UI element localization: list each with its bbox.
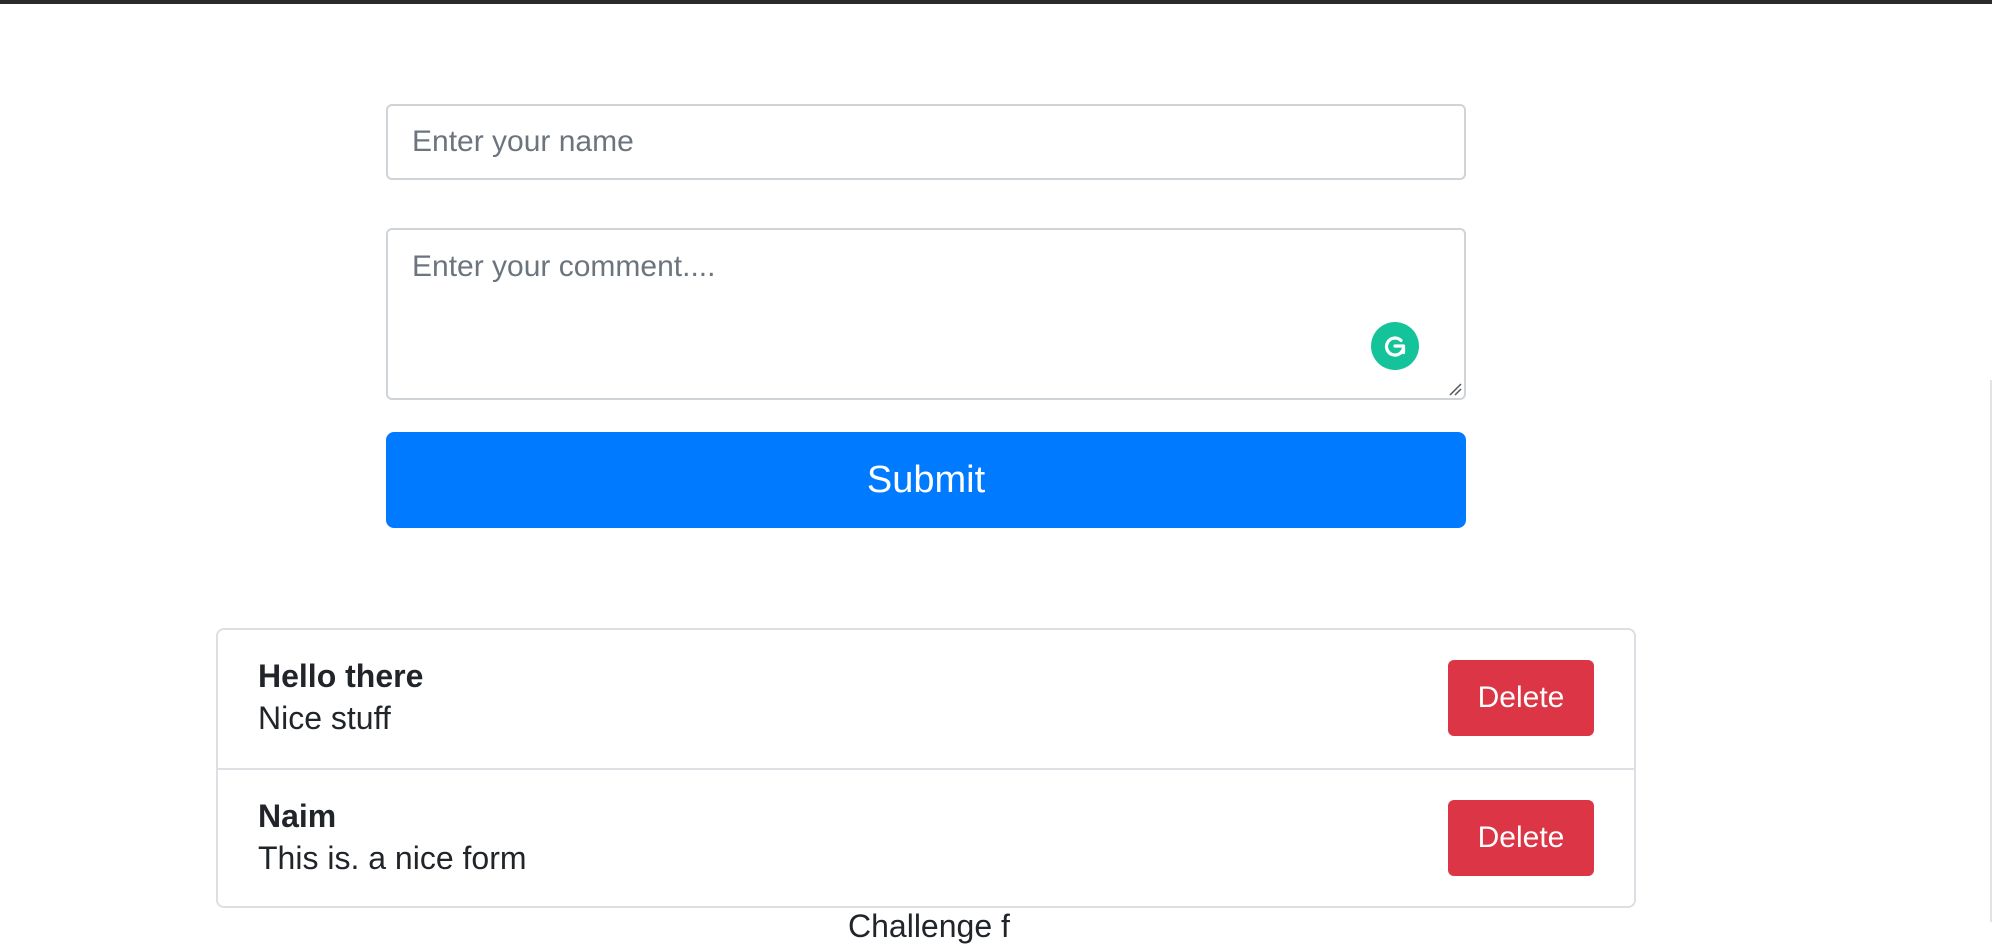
comment-author: Naim xyxy=(258,798,337,834)
submit-button[interactable]: Submit xyxy=(386,432,1466,528)
delete-button[interactable]: Delete xyxy=(1448,660,1594,736)
comment-form: Submit xyxy=(386,104,1466,528)
top-border xyxy=(0,0,1992,4)
comment-input[interactable] xyxy=(386,228,1466,400)
comment-item: Naim This is. a nice form Delete xyxy=(218,768,1634,906)
comment-text: This is. a nice form xyxy=(258,840,527,876)
footer-partial-text: Challenge f xyxy=(848,908,1010,944)
comment-item: Hello there Nice stuff Delete xyxy=(218,630,1634,768)
comment-author: Hello there xyxy=(258,658,424,694)
comment-text: Nice stuff xyxy=(258,700,391,736)
resize-grip-icon[interactable] xyxy=(1446,380,1462,396)
delete-button[interactable]: Delete xyxy=(1448,800,1594,876)
comment-box xyxy=(386,228,1466,400)
comments-list: Hello there Nice stuff Delete Naim This … xyxy=(216,628,1636,908)
grammarly-icon[interactable] xyxy=(1371,322,1419,370)
grammarly-glyph-icon xyxy=(1384,336,1406,357)
name-input[interactable] xyxy=(386,104,1466,180)
